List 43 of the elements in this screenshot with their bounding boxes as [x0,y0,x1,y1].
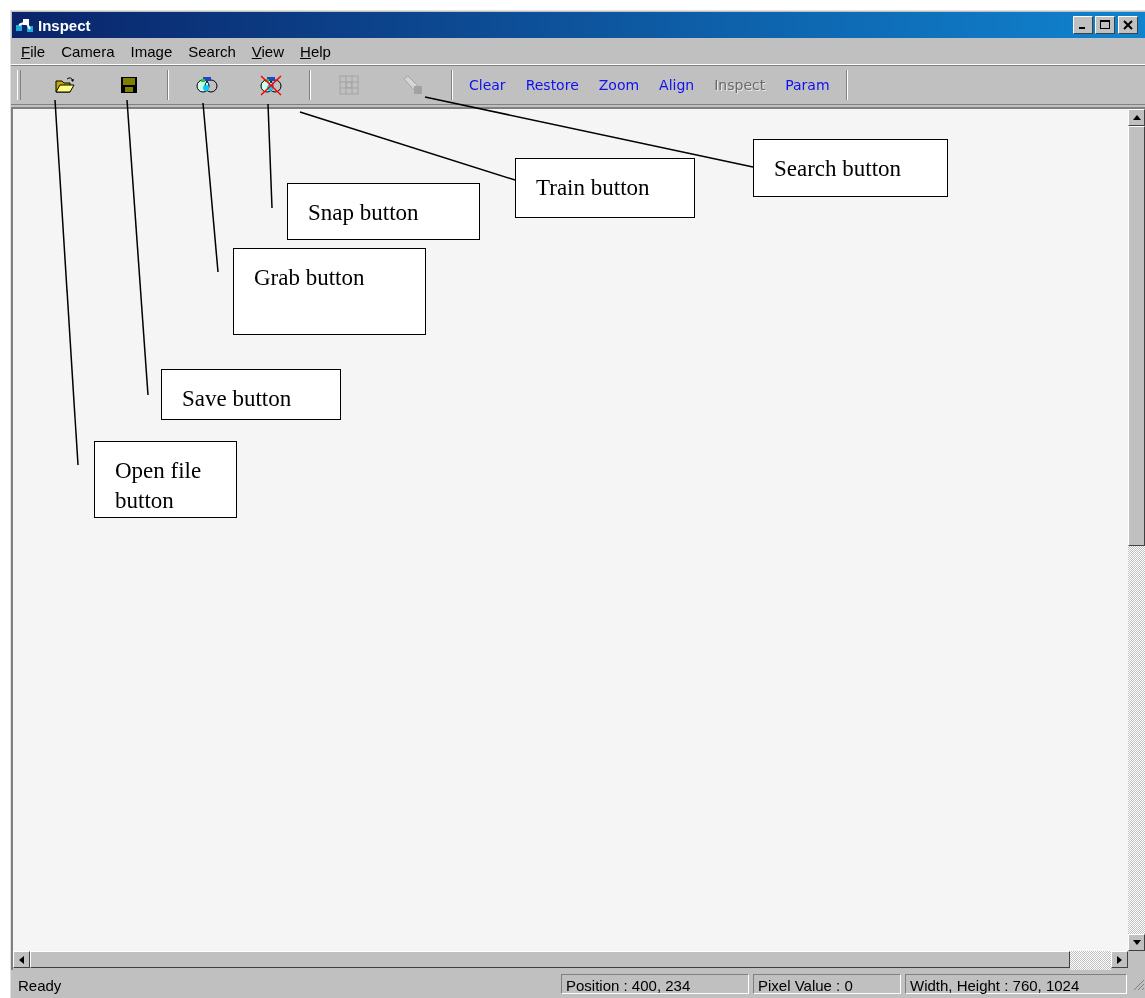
status-pane: Position : 400, 234 [561,974,749,994]
toolbar-text-button[interactable]: Align [649,75,705,95]
toolbar-text-button[interactable]: Clear [459,75,516,95]
callout-label: Grab button [233,248,426,335]
menu-item[interactable]: Camera [53,40,123,62]
toolbar-text-button[interactable]: Zoom [588,75,650,95]
resize-grip-icon[interactable] [1131,977,1145,991]
menu-item[interactable]: Help [292,40,339,62]
callout-label: Train button [515,158,695,218]
scroll-right-icon[interactable] [1111,951,1128,968]
status-pane: Ready [17,976,63,994]
vertical-scrollbar[interactable] [1128,109,1145,951]
scroll-down-icon[interactable] [1128,934,1145,951]
horizontal-scrollbar[interactable] [13,951,1128,970]
status-pane: Pixel Value : 0 [753,974,901,994]
scroll-thumb[interactable] [30,951,1070,968]
callout-label: Open file button [94,441,237,518]
menu-item[interactable]: File [13,40,54,62]
scroll-left-icon[interactable] [13,951,30,968]
minimize-button[interactable] [1073,16,1093,34]
toolbar-text-button[interactable]: Param [775,75,840,95]
maximize-button[interactable] [1095,16,1115,34]
callout-label: Save button [161,369,341,420]
crossed-camera-icon [259,74,283,96]
flashlight-icon [401,74,425,96]
maximize-icon [1100,20,1110,30]
close-icon [1123,20,1133,30]
menu-item[interactable]: View [243,40,293,62]
grid-target-icon [337,74,361,96]
scroll-up-icon[interactable] [1128,109,1145,126]
callout-label: Snap button [287,183,480,240]
open-folder-icon [54,75,76,95]
status-pane: Width, Height : 760, 1024 [905,974,1127,994]
molecule-app-icon [15,16,35,34]
toolbar-text-button[interactable]: Restore [515,75,589,95]
minimize-icon [1078,27,1085,29]
window-title: Inspect [38,16,91,34]
callout-label: Search button [753,139,948,197]
close-button[interactable] [1118,16,1138,34]
camera-icon [195,74,219,96]
menu-item[interactable]: Image [122,40,181,62]
menu-item[interactable]: Search [180,40,244,62]
scroll-thumb[interactable] [1128,126,1145,546]
